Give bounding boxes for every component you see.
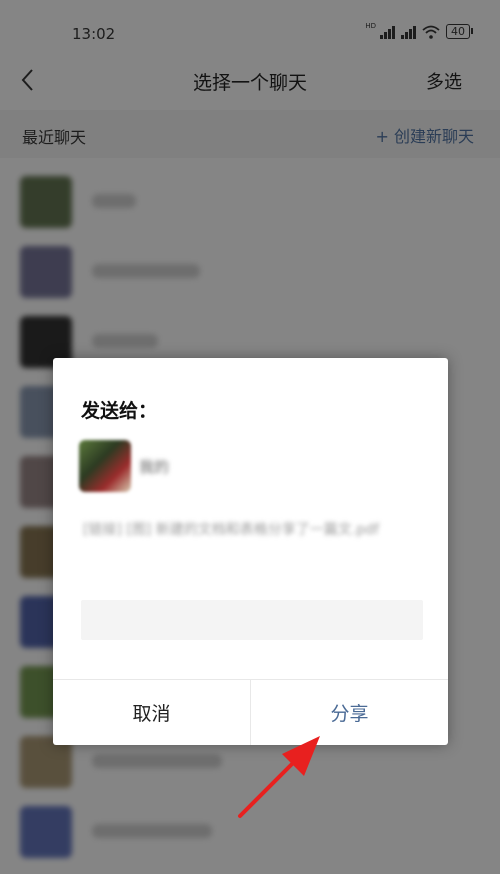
dialog-title: 发送给： (81, 400, 158, 422)
avatar (79, 440, 131, 492)
message-input[interactable] (81, 600, 423, 640)
red-arrow-icon (238, 736, 320, 818)
cancel-button[interactable]: 取消 (53, 680, 251, 745)
share-dialog: 发送给： 我的 [链接] [图] 新建的文档和表格分享了一篇文.pdf 取消 分… (53, 358, 448, 745)
share-content-preview: [链接] [图] 新建的文档和表格分享了一篇文.pdf (83, 522, 379, 538)
recipient-name: 我的 (139, 458, 170, 476)
